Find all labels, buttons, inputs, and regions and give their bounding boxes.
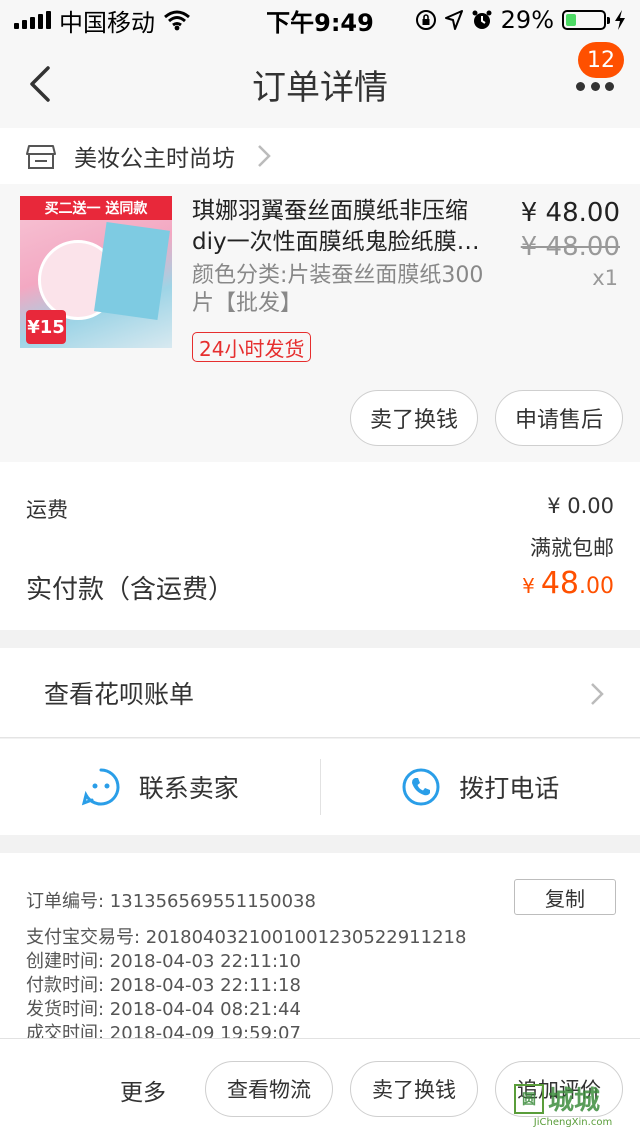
product-image[interactable]: 买二送一 送同款 ¥15	[20, 196, 172, 348]
huabei-label: 查看花呗账单	[44, 679, 195, 709]
contact-bar: 联系卖家 拨打电话	[0, 739, 640, 835]
watermark-text: 城城	[548, 1086, 601, 1116]
watermark-box: 圆	[514, 1083, 544, 1114]
product-quantity: x1	[592, 266, 618, 290]
shop-name: 美妆公主时尚坊	[74, 146, 235, 172]
product-card[interactable]: 买二送一 送同款 ¥15 琪娜羽翼蚕丝面膜纸非压缩diy一次性面膜纸鬼脸纸膜… …	[0, 184, 640, 462]
status-time: 下午9:49	[266, 8, 374, 37]
completed-time: 成交时间: 2018-04-09 19:59:07	[26, 1023, 301, 1038]
created-time: 创建时间: 2018-04-03 22:11:10	[26, 951, 301, 972]
product-sku: 颜色分类:片装蚕丝面膜纸300片【批发】	[192, 263, 484, 316]
message-badge: 12	[578, 42, 624, 78]
nav-bar: 订单详情 12	[0, 40, 640, 128]
huabei-bill-row[interactable]: 查看花呗账单	[0, 648, 640, 738]
image-banner: 买二送一 送同款	[20, 196, 172, 220]
shipping-label: 运费	[26, 498, 68, 522]
more-dots-icon[interactable]	[576, 76, 614, 96]
shipping-note: 满就包邮	[530, 536, 614, 560]
phone-icon	[402, 768, 440, 806]
paid-decimal: .00	[579, 574, 614, 599]
page-title: 订单详情	[252, 67, 388, 108]
sell-button[interactable]: 卖了换钱	[350, 390, 478, 446]
aftersale-button[interactable]: 申请售后	[495, 390, 623, 446]
charging-bolt-icon	[615, 10, 625, 30]
signal-icon	[14, 11, 51, 29]
chevron-right-icon	[591, 683, 604, 705]
status-bar: 中国移动 下午9:49 29%	[0, 0, 640, 40]
carrier-label: 中国移动	[59, 8, 155, 37]
shop-row[interactable]: 美妆公主时尚坊	[0, 128, 640, 184]
wifi-icon	[164, 10, 190, 31]
watermark-main: 圆 城城	[514, 1080, 632, 1117]
shipped-time: 发货时间: 2018-04-04 08:21:44	[26, 999, 301, 1020]
more-button[interactable]: 更多	[120, 1073, 166, 1107]
contact-seller-button[interactable]: 联系卖家	[0, 739, 320, 835]
paid-amount: ¥ 48 .00	[522, 566, 614, 601]
shop-icon	[26, 145, 56, 169]
order-info: 订单编号: 131356569551150038 复制 支付宝交易号: 2018…	[0, 853, 640, 1038]
contact-seller-label: 联系卖家	[138, 774, 239, 803]
shipping-tag: 24小时发货	[192, 332, 312, 362]
site-watermark: 圆 城城 JiChengXin.com	[514, 1080, 632, 1130]
orientation-lock-icon	[415, 10, 436, 30]
battery-fill	[566, 14, 577, 26]
chevron-right-icon	[258, 145, 271, 167]
paid-currency: ¥	[522, 574, 535, 598]
chat-face-icon	[81, 768, 120, 806]
watermark-sub: JiChengXin.com	[533, 1117, 613, 1128]
battery-percent: 29%	[500, 6, 554, 34]
alipay-number: 支付宝交易号: 2018040321001001230522911218	[26, 927, 467, 948]
shipping-value: ¥ 0.00	[547, 494, 614, 518]
alarm-icon	[472, 10, 492, 29]
paid-integer: 48	[540, 566, 579, 601]
fee-section: 运费 ¥ 0.00 满就包邮 实付款（含运费） ¥ 48 .00	[0, 462, 640, 630]
product-price: ¥ 48.00	[520, 198, 620, 228]
product-original-price: ¥ 48.00	[520, 232, 620, 262]
paid-time: 付款时间: 2018-04-03 22:11:18	[26, 975, 301, 996]
chevron-left-icon[interactable]	[24, 64, 56, 104]
call-phone-button[interactable]: 拨打电话	[321, 739, 640, 835]
product-title[interactable]: 琪娜羽翼蚕丝面膜纸非压缩diy一次性面膜纸鬼脸纸膜…	[192, 196, 498, 258]
copy-button[interactable]: 复制	[514, 879, 616, 915]
image-price-tag: ¥15	[26, 310, 66, 344]
battery-icon	[562, 10, 610, 30]
status-left: 中国移动	[14, 3, 254, 38]
location-arrow-icon	[444, 10, 463, 30]
image-pack	[94, 221, 170, 321]
logistics-button[interactable]: 查看物流	[205, 1061, 333, 1117]
status-right: 29%	[386, 6, 626, 34]
paid-label: 实付款（含运费）	[26, 575, 235, 605]
order-number: 订单编号: 131356569551150038	[26, 891, 316, 912]
call-phone-label: 拨打电话	[459, 774, 560, 803]
sell-bottom-button[interactable]: 卖了换钱	[350, 1061, 478, 1117]
